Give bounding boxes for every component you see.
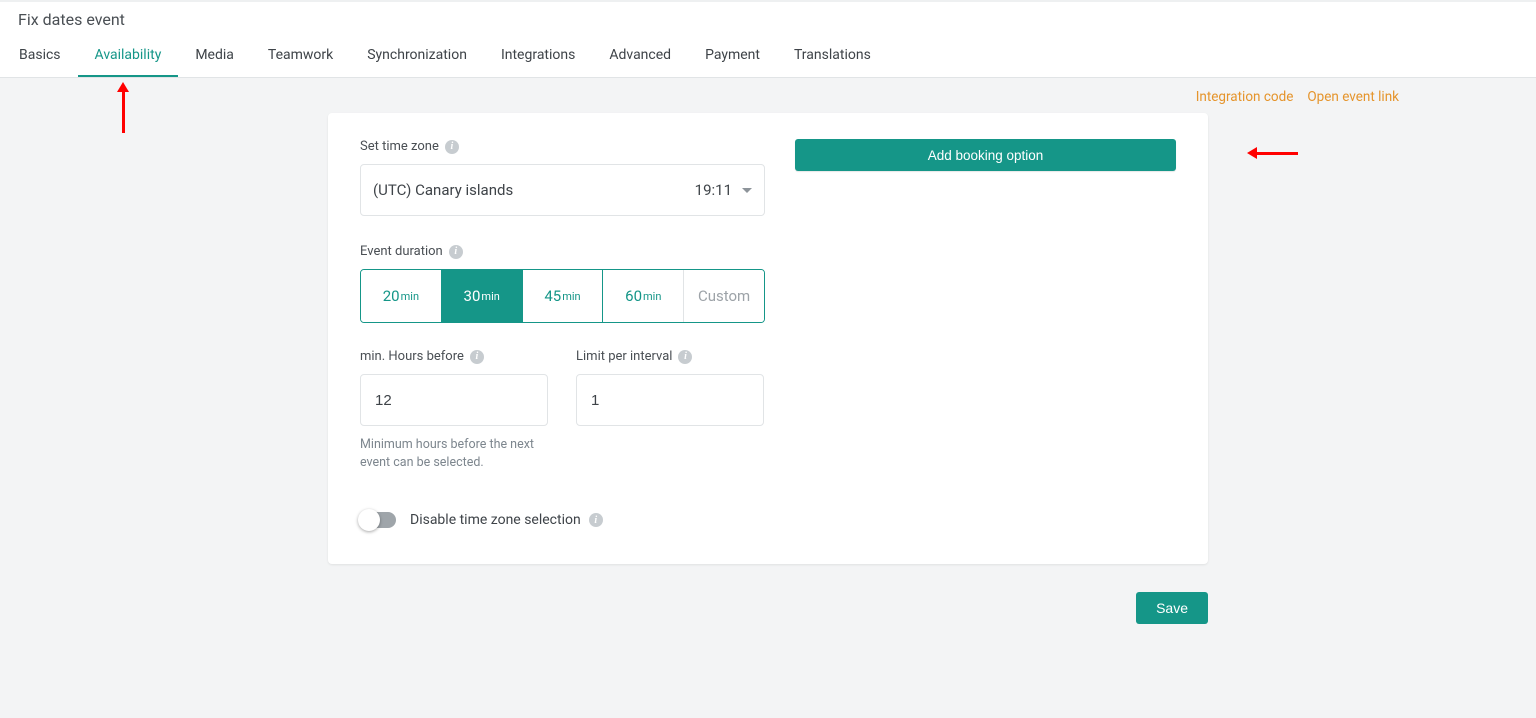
add-booking-option-button[interactable]: Add booking option	[795, 139, 1176, 171]
duration-group: 20min 30min 45min 60min Custom	[360, 269, 765, 323]
timezone-right: 19:11	[695, 181, 752, 199]
info-icon[interactable]: i	[445, 140, 459, 154]
disable-tz-row: Disable time zone selection i	[360, 512, 765, 528]
duration-option-45[interactable]: 45min	[522, 270, 603, 322]
timezone-select[interactable]: (UTC) Canary islands 19:11	[360, 164, 765, 216]
save-button[interactable]: Save	[1136, 592, 1208, 624]
info-icon[interactable]: i	[470, 350, 484, 364]
row-min-limit: min. Hours before i Minimum hours before…	[360, 349, 765, 472]
info-icon[interactable]: i	[449, 245, 463, 259]
tab-availability[interactable]: Availability	[78, 35, 179, 77]
duration-num: 60	[625, 287, 642, 305]
info-icon[interactable]: i	[589, 513, 603, 527]
tab-payment[interactable]: Payment	[688, 35, 777, 77]
limit-input[interactable]	[576, 374, 764, 426]
integration-code-link[interactable]: Integration code	[1196, 89, 1294, 105]
limit-field: Limit per interval i	[576, 349, 764, 472]
chevron-down-icon	[742, 188, 752, 193]
label-text: Disable time zone selection	[410, 512, 581, 528]
settings-left-column: Set time zone i (UTC) Canary islands 19:…	[360, 139, 765, 528]
disable-tz-label: Disable time zone selection i	[410, 512, 603, 528]
tab-label: Teamwork	[268, 47, 333, 63]
page-title-text: Fix dates event	[18, 10, 125, 29]
tab-label: Payment	[705, 47, 760, 63]
button-label: Save	[1156, 600, 1188, 616]
settings-right-column: Add booking option	[795, 139, 1176, 528]
tab-label: Translations	[794, 47, 871, 63]
tab-label: Availability	[95, 47, 162, 63]
limit-label: Limit per interval i	[576, 349, 764, 364]
duration-unit: min	[401, 290, 419, 303]
annotation-arrow-left-icon	[1256, 152, 1298, 155]
save-row: Save	[328, 592, 1208, 624]
duration-label: Event duration i	[360, 244, 765, 259]
tab-label: Media	[195, 47, 234, 63]
duration-custom-label: Custom	[698, 287, 750, 305]
annotation-arrow-up-icon	[122, 91, 125, 133]
min-hours-helper: Minimum hours before the next event can …	[360, 436, 548, 472]
tab-advanced[interactable]: Advanced	[592, 35, 688, 77]
duration-num: 30	[464, 287, 481, 305]
label-text: min. Hours before	[360, 349, 464, 364]
timezone-clock: 19:11	[695, 181, 732, 199]
label-text: Set time zone	[360, 139, 439, 154]
timezone-value: (UTC) Canary islands	[373, 181, 513, 199]
tab-synchronization[interactable]: Synchronization	[350, 35, 484, 77]
tab-strip: Basics Availability Media Teamwork Synch…	[0, 36, 1536, 78]
settings-card: Set time zone i (UTC) Canary islands 19:…	[328, 113, 1208, 564]
timezone-label: Set time zone i	[360, 139, 765, 154]
duration-option-custom[interactable]: Custom	[683, 270, 764, 322]
top-links: Integration code Open event link	[137, 78, 1399, 113]
tab-label: Synchronization	[367, 47, 467, 63]
page-title: Fix dates event	[0, 0, 1536, 36]
tab-label: Advanced	[609, 47, 671, 63]
button-label: Add booking option	[928, 148, 1044, 163]
label-text: Limit per interval	[576, 349, 672, 364]
min-hours-field: min. Hours before i Minimum hours before…	[360, 349, 548, 472]
open-event-link[interactable]: Open event link	[1307, 89, 1399, 105]
toggle-knob	[358, 509, 380, 531]
tab-translations[interactable]: Translations	[777, 35, 888, 77]
duration-unit: min	[481, 290, 499, 303]
tab-label: Basics	[19, 47, 61, 63]
info-icon[interactable]: i	[678, 350, 692, 364]
duration-num: 45	[544, 287, 561, 305]
duration-option-30[interactable]: 30min	[441, 270, 522, 322]
tab-label: Integrations	[501, 47, 575, 63]
min-hours-input[interactable]	[360, 374, 548, 426]
page-body: Integration code Open event link Set tim…	[0, 78, 1536, 718]
disable-tz-toggle[interactable]	[360, 512, 396, 528]
duration-unit: min	[562, 290, 580, 303]
tab-integrations[interactable]: Integrations	[484, 35, 592, 77]
tab-basics[interactable]: Basics	[2, 35, 78, 77]
duration-unit: min	[643, 290, 661, 303]
label-text: Event duration	[360, 244, 443, 259]
tab-teamwork[interactable]: Teamwork	[251, 35, 350, 77]
tab-media[interactable]: Media	[178, 35, 251, 77]
duration-option-60[interactable]: 60min	[602, 270, 683, 322]
duration-num: 20	[383, 287, 400, 305]
min-hours-label: min. Hours before i	[360, 349, 548, 364]
duration-option-20[interactable]: 20min	[361, 270, 441, 322]
